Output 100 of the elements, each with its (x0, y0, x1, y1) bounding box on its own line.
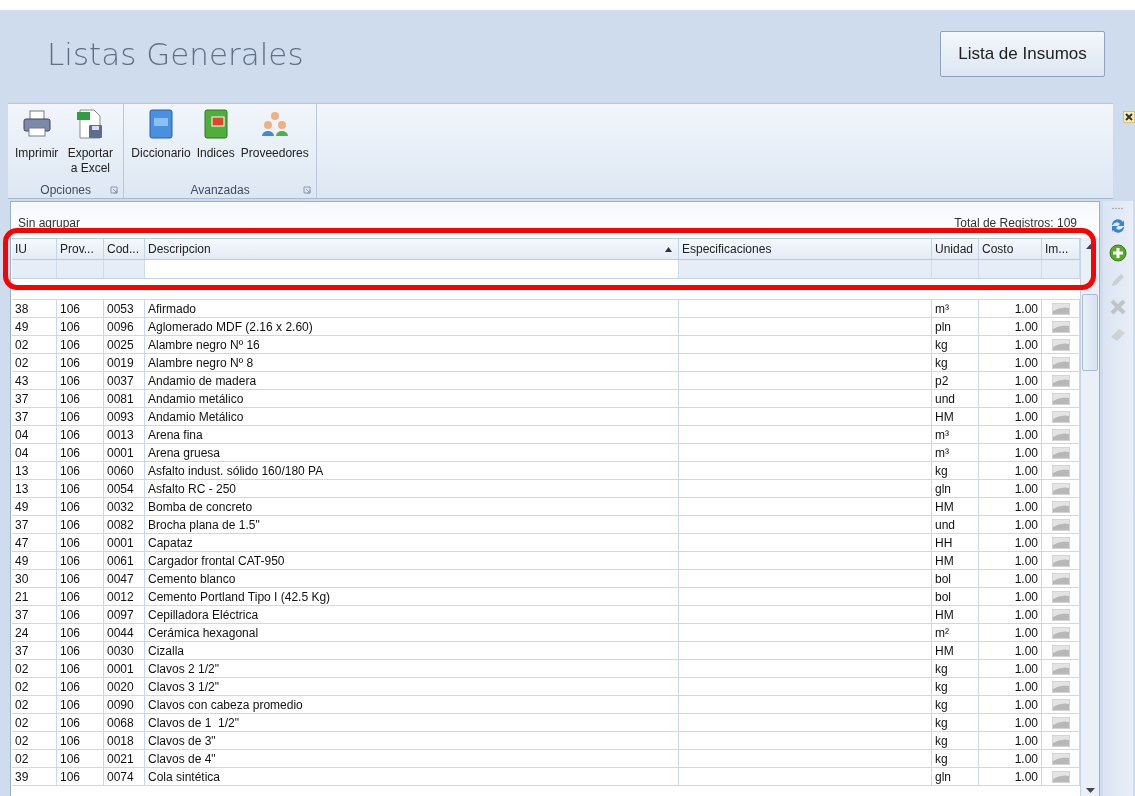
table-cell: 1.00 (979, 498, 1042, 515)
table-cell: 1.00 (979, 714, 1042, 731)
column-header[interactable]: Prov... (57, 239, 104, 259)
table-cell: p2 (932, 372, 979, 389)
dialog-launcher-icon[interactable] (302, 186, 311, 194)
table-cell: Clavos de 4" (145, 750, 679, 767)
table-cell: 1.00 (979, 660, 1042, 677)
ribbon-button[interactable]: Imprimir (12, 108, 62, 181)
image-icon (1051, 626, 1070, 639)
image-icon (1051, 752, 1070, 765)
filter-field[interactable] (145, 260, 679, 278)
table-cell: 0068 (104, 714, 145, 731)
scrollbar-thumb[interactable] (1082, 294, 1098, 371)
column-header[interactable]: Cod... (104, 239, 145, 259)
table-cell: 106 (57, 444, 104, 461)
table-cell: 1.00 (979, 750, 1042, 767)
image-icon (1051, 428, 1070, 441)
table-cell: 0013 (104, 426, 145, 443)
table-cell: 43 (12, 372, 57, 389)
table-cell: 37 (12, 390, 57, 407)
table-cell: 0021 (104, 750, 145, 767)
table-cell: 0037 (104, 372, 145, 389)
image-icon (1051, 392, 1070, 405)
table-cell: 0030 (104, 642, 145, 659)
table-cell: Clavos con cabeza promedio (145, 696, 679, 713)
people-icon (261, 112, 288, 136)
table-cell: 1.00 (979, 678, 1042, 695)
sort-ascending-icon (665, 246, 672, 252)
table-cell: Cargador frontal CAT-950 (145, 552, 679, 569)
table-cell: Clavos de 3" (145, 732, 679, 749)
table-cell: 106 (57, 552, 104, 569)
image-icon (1051, 338, 1070, 351)
table-cell: m³ (932, 426, 979, 443)
table-cell: 0061 (104, 552, 145, 569)
table-cell: 0074 (104, 768, 145, 785)
grip-icon[interactable] (1111, 207, 1125, 210)
image-icon (1051, 446, 1070, 459)
table-cell: 106 (57, 336, 104, 353)
image-icon (1051, 698, 1070, 711)
table-cell: 106 (57, 498, 104, 515)
table-cell: 37 (12, 516, 57, 533)
table-cell: 0020 (104, 678, 145, 695)
image-icon (1051, 536, 1070, 549)
image-icon (1051, 770, 1070, 783)
table-cell: 0018 (104, 732, 145, 749)
table-cell: Bomba de concreto (145, 498, 679, 515)
column-header[interactable]: Unidad (932, 239, 979, 259)
column-header[interactable]: IU (12, 239, 57, 259)
table-cell: 1.00 (979, 624, 1042, 641)
table-cell: 02 (12, 696, 57, 713)
close-button[interactable] (1123, 111, 1135, 123)
table-cell: 106 (57, 732, 104, 749)
table-cell: kg (932, 750, 979, 767)
table-cell: m³ (932, 444, 979, 461)
table-cell: Afirmado (145, 300, 679, 317)
table-cell: 106 (57, 462, 104, 479)
table-cell: m² (932, 624, 979, 641)
column-header[interactable]: Costo (979, 239, 1042, 259)
ribbon-button[interactable]: Exportar a Excel (61, 108, 120, 181)
table-cell: 1.00 (979, 552, 1042, 569)
column-header[interactable]: Descripcion (145, 239, 679, 259)
table-cell: Cola sintética (145, 768, 679, 785)
table-cell: 1.00 (979, 570, 1042, 587)
table-cell: 49 (12, 318, 57, 335)
table-cell: 1.00 (979, 426, 1042, 443)
table-cell: kg (932, 732, 979, 749)
ribbon-button[interactable]: Indices (193, 108, 238, 181)
table-cell: Cizalla (145, 642, 679, 659)
printer-icon (23, 110, 51, 137)
toolbar-button[interactable] (1107, 242, 1129, 264)
table-cell: 106 (57, 372, 104, 389)
table-cell: 1.00 (979, 480, 1042, 497)
image-icon (1051, 518, 1070, 531)
image-icon (1051, 572, 1070, 585)
dialog-launcher-icon[interactable] (110, 186, 119, 194)
table-cell: m³ (932, 300, 979, 317)
table-cell: Asfalto RC - 250 (145, 480, 679, 497)
table-cell: HM (932, 606, 979, 623)
table-cell: 1.00 (979, 390, 1042, 407)
table-cell: 04 (12, 444, 57, 461)
image-icon (1051, 644, 1070, 657)
ribbon-button[interactable]: Proveedores (237, 108, 312, 181)
table-cell: 1.00 (979, 696, 1042, 713)
image-icon (1051, 662, 1070, 675)
ribbon-button[interactable]: Diccionario (128, 108, 194, 181)
image-icon (1051, 410, 1070, 423)
lista-de-insumos-button[interactable]: Lista de Insumos (940, 30, 1105, 77)
column-header[interactable]: Especificaciones (679, 239, 932, 259)
image-icon (1051, 734, 1070, 747)
table-cell: kg (932, 336, 979, 353)
table-cell: pln (932, 318, 979, 335)
image-icon (1051, 500, 1070, 513)
table-cell: 106 (57, 318, 104, 335)
close-icon (1110, 299, 1126, 315)
table-cell: 0032 (104, 498, 145, 515)
table-cell: 106 (57, 426, 104, 443)
table-cell: HH (932, 534, 979, 551)
table-cell: 02 (12, 678, 57, 695)
table-cell: 106 (57, 390, 104, 407)
table-cell: Cemento blanco (145, 570, 679, 587)
